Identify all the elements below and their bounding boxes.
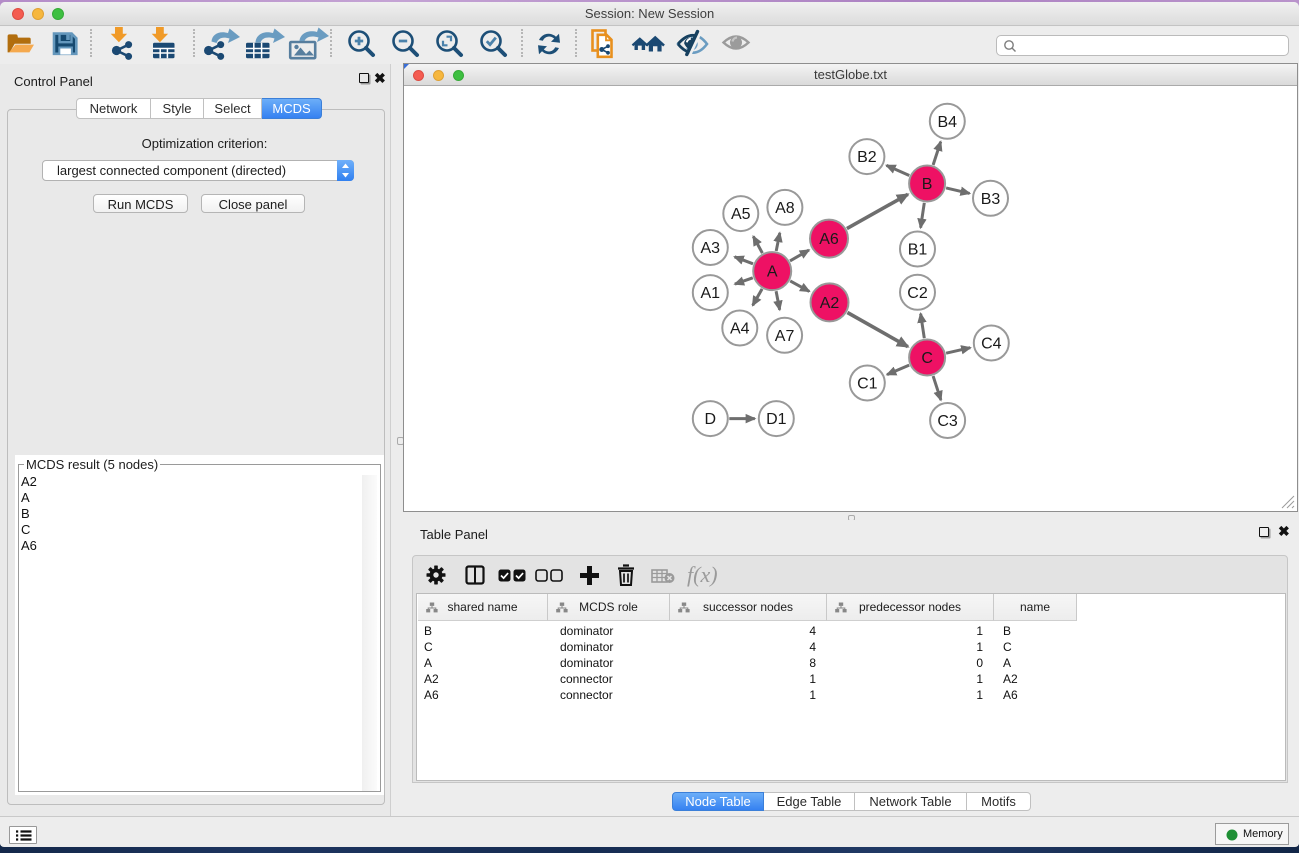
svg-text:A: A: [767, 264, 778, 281]
svg-text:C: C: [921, 350, 933, 367]
svg-text:A7: A7: [775, 328, 795, 345]
svg-text:A5: A5: [731, 206, 751, 223]
svg-text:A1: A1: [701, 285, 721, 302]
svg-text:A3: A3: [701, 240, 721, 257]
svg-text:A2: A2: [820, 295, 840, 312]
svg-text:A6: A6: [819, 231, 839, 248]
svg-text:D1: D1: [766, 411, 787, 428]
svg-text:B: B: [922, 176, 933, 193]
svg-text:A4: A4: [730, 321, 750, 338]
svg-text:B2: B2: [857, 149, 877, 166]
svg-text:A8: A8: [775, 200, 795, 217]
svg-text:D: D: [705, 411, 717, 428]
svg-text:B4: B4: [938, 114, 958, 131]
svg-text:B3: B3: [981, 191, 1001, 208]
svg-text:B1: B1: [908, 242, 928, 259]
svg-text:C1: C1: [857, 376, 878, 393]
svg-text:C2: C2: [907, 285, 928, 302]
svg-text:C4: C4: [981, 336, 1002, 353]
svg-text:C3: C3: [937, 413, 958, 430]
